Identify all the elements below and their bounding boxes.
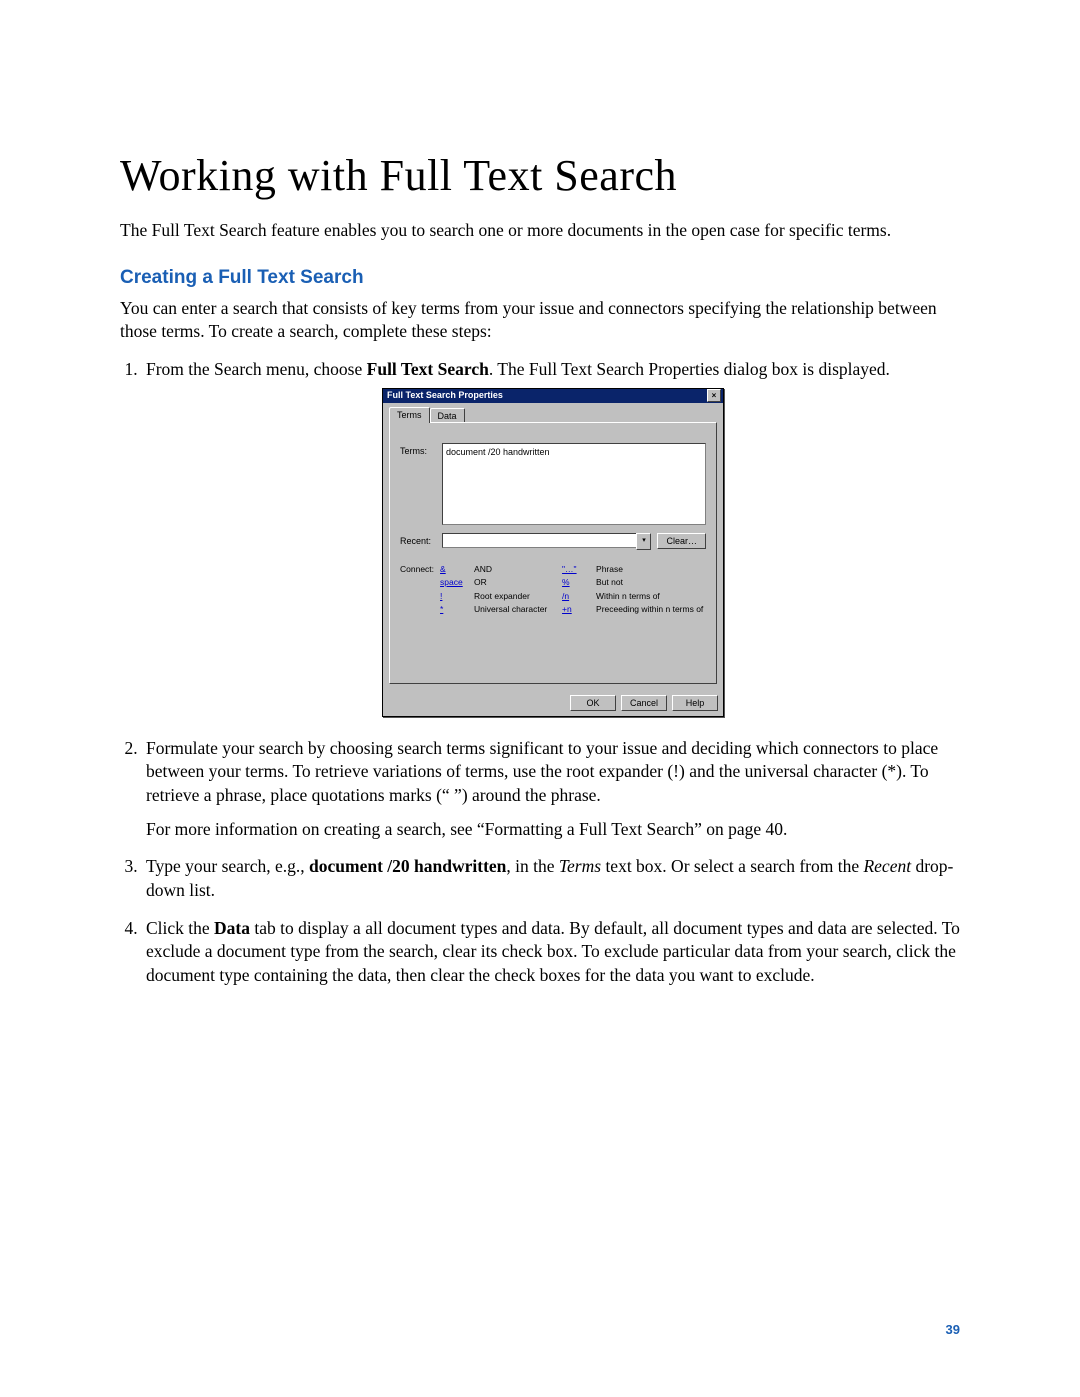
step-3-bold: document /20 handwritten	[309, 856, 506, 876]
steps-list: From the Search menu, choose Full Text S…	[120, 358, 960, 988]
conn-desc-and: AND	[474, 564, 556, 575]
intro-paragraph: The Full Text Search feature enables you…	[120, 219, 960, 243]
page-number: 39	[946, 1322, 960, 1337]
step-2b-text: For more information on creating a searc…	[146, 818, 960, 842]
cancel-button[interactable]: Cancel	[621, 695, 667, 711]
terms-label: Terms:	[400, 443, 442, 457]
close-icon[interactable]: ×	[707, 389, 721, 402]
conn-sym-space[interactable]: space	[440, 577, 468, 588]
conn-sym-star[interactable]: *	[440, 604, 468, 615]
dialog-body: Terms Data Terms: document /20 handwritt…	[383, 403, 723, 690]
step-4-pre: Click the	[146, 918, 214, 938]
step-3-italic2: Recent	[863, 856, 911, 876]
step-4-bold: Data	[214, 918, 250, 938]
recent-combobox[interactable]: ▾	[442, 533, 651, 550]
tab-data[interactable]: Data	[430, 408, 465, 423]
terms-input-value: document /20 handwritten	[446, 447, 550, 457]
step-3-mid: , in the	[506, 856, 559, 876]
dialog-title: Full Text Search Properties	[387, 389, 503, 401]
conn-sym-pct[interactable]: %	[562, 577, 590, 588]
conn-desc-or: OR	[474, 577, 556, 588]
section-heading: Creating a Full Text Search	[120, 267, 960, 289]
step-4-post: tab to display a all document types and …	[146, 918, 960, 985]
conn-desc-root: Root expander	[474, 591, 556, 602]
step-3-mid2: text box. Or select a search from the	[601, 856, 863, 876]
conn-sym-quote[interactable]: "…"	[562, 564, 590, 575]
conn-sym-plusn[interactable]: +n	[562, 604, 590, 615]
dialog-figure: Full Text Search Properties × Terms Data…	[146, 388, 960, 717]
dialog-titlebar: Full Text Search Properties ×	[383, 389, 723, 403]
step-1-bold: Full Text Search	[367, 359, 489, 379]
step-3-italic1: Terms	[559, 856, 601, 876]
dialog-footer: OK Cancel Help	[383, 690, 723, 716]
connect-label: Connect:	[400, 564, 434, 616]
tab-terms[interactable]: Terms	[389, 407, 430, 423]
step-3: Type your search, e.g., document /20 han…	[142, 855, 960, 902]
help-button[interactable]: Help	[672, 695, 718, 711]
chevron-down-icon[interactable]: ▾	[636, 533, 651, 550]
conn-desc-preceding: Preceeding within n terms of	[596, 604, 706, 615]
step-2-text: Formulate your search by choosing search…	[146, 738, 938, 805]
conn-desc-butnot: But not	[596, 577, 706, 588]
section-intro: You can enter a search that consists of …	[120, 297, 960, 344]
full-text-search-dialog: Full Text Search Properties × Terms Data…	[382, 388, 724, 717]
terms-panel: Terms: document /20 handwritten Recent: …	[389, 422, 717, 684]
page-title: Working with Full Text Search	[120, 150, 960, 201]
conn-desc-univ: Universal character	[474, 604, 556, 615]
conn-desc-phrase: Phrase	[596, 564, 706, 575]
conn-sym-slashn[interactable]: /n	[562, 591, 590, 602]
step-1: From the Search menu, choose Full Text S…	[142, 358, 960, 717]
page: Working with Full Text Search The Full T…	[0, 0, 1080, 1397]
terms-input[interactable]: document /20 handwritten	[442, 443, 706, 525]
conn-sym-amp[interactable]: &	[440, 564, 468, 575]
conn-desc-within: Within n terms of	[596, 591, 706, 602]
step-1-text-post: . The Full Text Search Properties dialog…	[489, 359, 890, 379]
recent-label: Recent:	[400, 535, 442, 547]
ok-button[interactable]: OK	[570, 695, 616, 711]
conn-sym-bang[interactable]: !	[440, 591, 468, 602]
step-2: Formulate your search by choosing search…	[142, 737, 960, 842]
tab-bar: Terms Data	[389, 407, 717, 423]
clear-button[interactable]: Clear…	[657, 533, 706, 549]
step-4: Click the Data tab to display a all docu…	[142, 917, 960, 988]
step-1-text-pre: From the Search menu, choose	[146, 359, 367, 379]
step-3-pre: Type your search, e.g.,	[146, 856, 309, 876]
recent-field[interactable]	[442, 533, 636, 548]
connectors-legend: Connect: & space ! * AND OR	[400, 564, 706, 616]
